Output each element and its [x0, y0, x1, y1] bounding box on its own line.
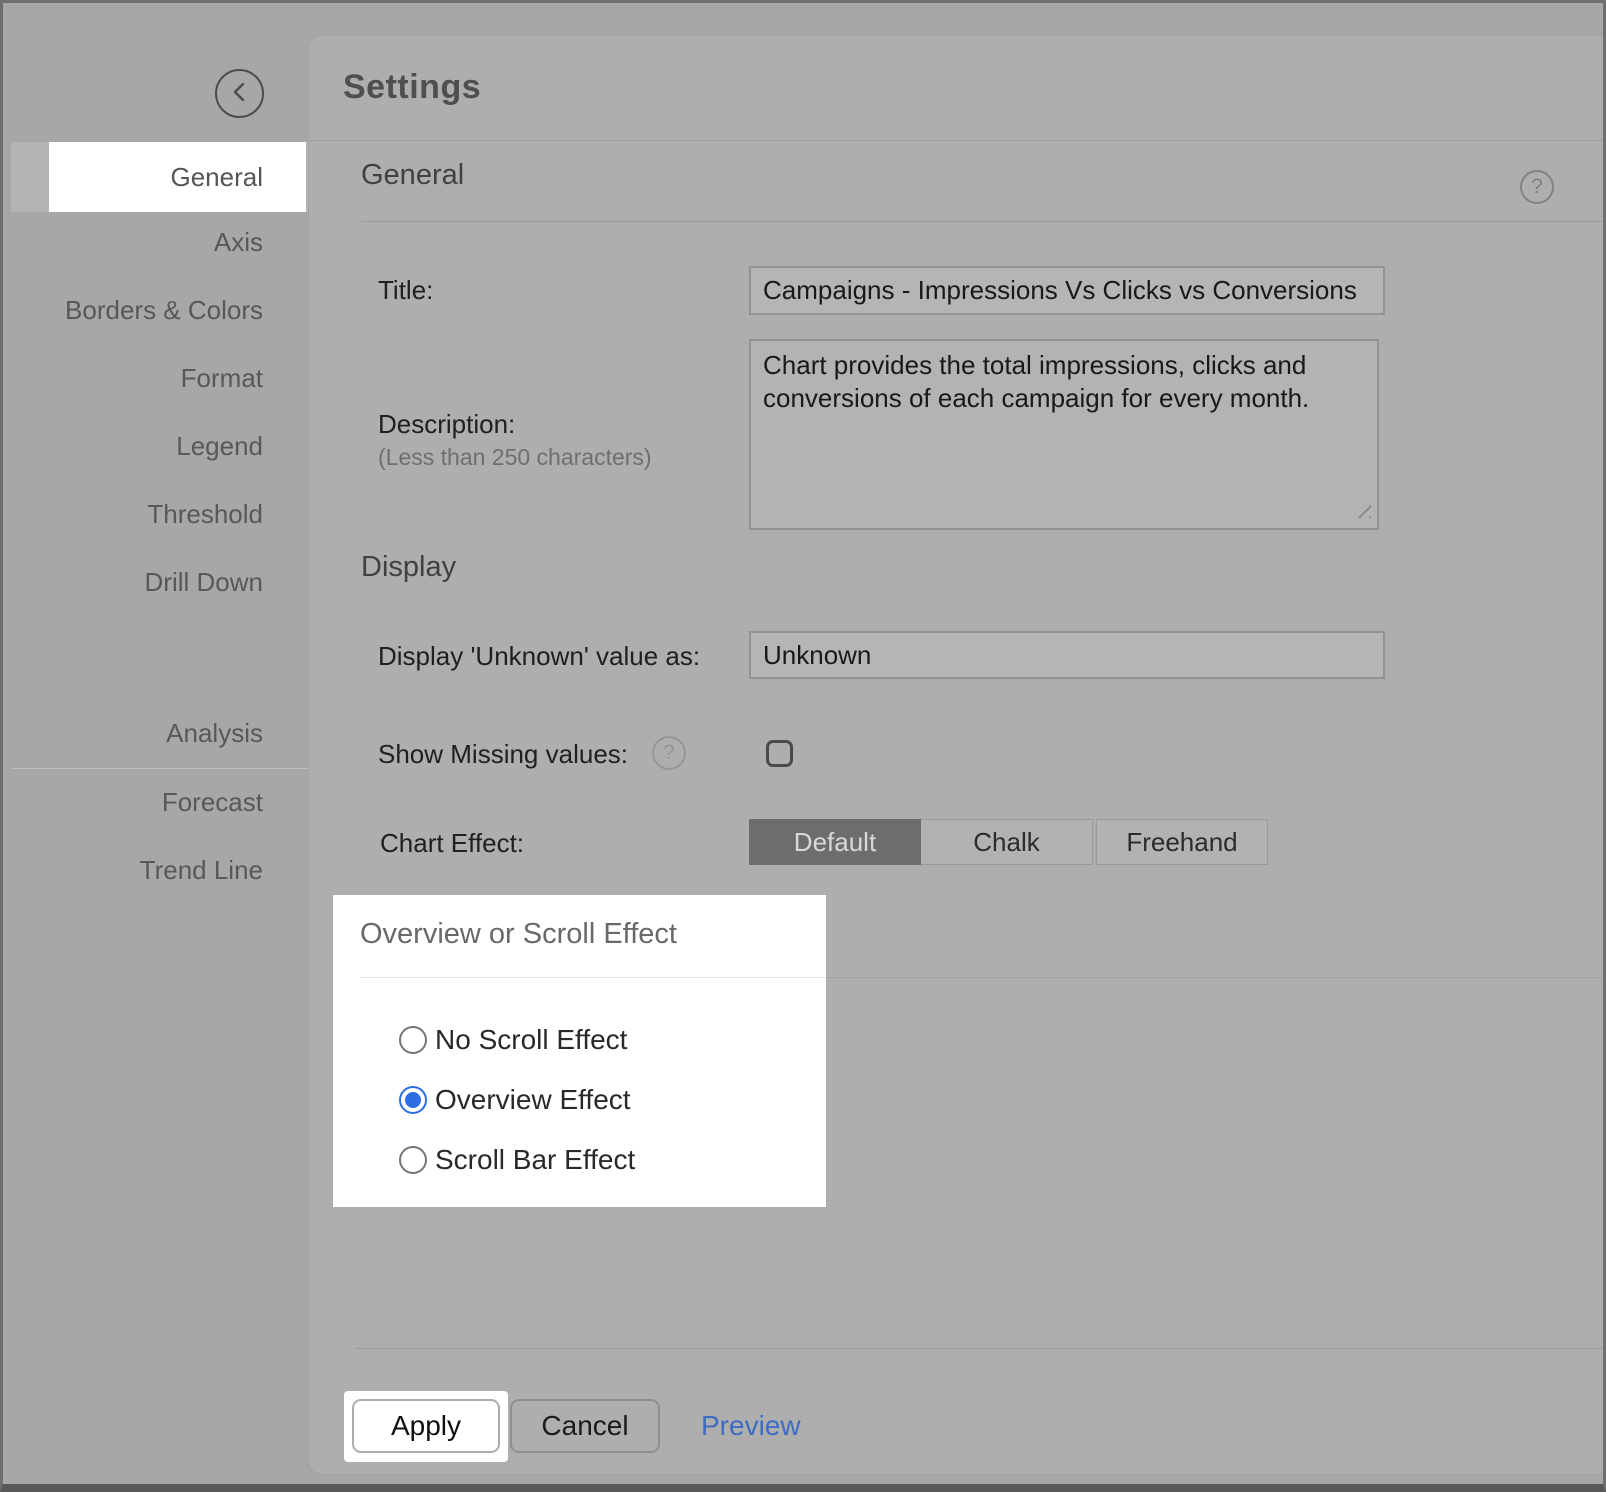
missing-values-checkbox[interactable] — [766, 740, 793, 767]
sidebar-item-forecast[interactable]: Forecast — [3, 768, 308, 836]
question-mark-icon: ? — [663, 741, 675, 764]
sidebar-item-axis[interactable]: Axis — [3, 208, 308, 276]
title-input[interactable] — [749, 266, 1385, 315]
back-button[interactable] — [215, 69, 264, 118]
chart-effect-freehand-button[interactable]: Freehand — [1096, 819, 1268, 865]
description-textarea[interactable]: Chart provides the total impressions, cl… — [749, 339, 1379, 530]
radio-option-scroll-bar-effect[interactable]: Scroll Bar Effect — [399, 1143, 635, 1177]
radio-selected-icon[interactable] — [399, 1086, 427, 1114]
radio-unselected-icon[interactable] — [399, 1146, 427, 1174]
chevron-left-icon — [229, 79, 251, 108]
general-section-heading: General — [361, 159, 464, 192]
radio-option-label[interactable]: Overview Effect — [435, 1084, 631, 1116]
radio-dot — [405, 1092, 421, 1108]
scroll-effect-heading: Overview or Scroll Effect — [360, 918, 677, 951]
missing-values-label: Show Missing values: — [378, 739, 628, 770]
missing-values-help-icon[interactable]: ? — [652, 736, 686, 770]
scroll-effect-spotlight: Overview or Scroll Effect No Scroll Effe… — [333, 895, 826, 1207]
sidebar-item-threshold[interactable]: Threshold — [3, 480, 308, 548]
description-label: Description: — [378, 409, 515, 440]
help-icon[interactable]: ? — [1520, 170, 1554, 204]
display-section-heading: Display — [361, 551, 456, 584]
sidebar-item-legend[interactable]: Legend — [3, 412, 308, 480]
radio-option-overview-effect[interactable]: Overview Effect — [399, 1083, 631, 1117]
description-hint: (Less than 250 characters) — [378, 444, 652, 471]
chart-effect-segmented-control: DefaultChalkFreehand — [749, 819, 1268, 865]
title-label: Title: — [378, 275, 433, 306]
sidebar-item-format[interactable]: Format — [3, 344, 308, 412]
general-section-divider — [361, 221, 1606, 222]
sidebar-item-trend-line[interactable]: Trend Line — [3, 836, 308, 904]
page-title: Settings — [343, 35, 481, 140]
settings-screen: Settings ? General AxisBorders & ColorsF… — [0, 0, 1606, 1492]
scroll-effect-heading-divider — [360, 977, 826, 978]
sidebar-group-analysis[interactable]: Analysis — [3, 699, 308, 767]
radio-dot — [405, 1152, 421, 1168]
footer-divider — [355, 1348, 1606, 1349]
sidebar-chart-items: AxisBorders & ColorsFormatLegendThreshol… — [3, 208, 308, 616]
sidebar-item-general-highlighted[interactable]: General — [49, 142, 306, 212]
radio-option-label[interactable]: No Scroll Effect — [435, 1024, 627, 1056]
chart-effect-chalk-button[interactable]: Chalk — [921, 819, 1093, 865]
cancel-button[interactable]: Cancel — [510, 1399, 660, 1453]
radio-dot — [405, 1032, 421, 1048]
radio-option-label[interactable]: Scroll Bar Effect — [435, 1144, 635, 1176]
sidebar-analysis-items: ForecastTrend Line — [3, 768, 308, 904]
unknown-value-label: Display 'Unknown' value as: — [378, 641, 700, 672]
question-mark-icon: ? — [1531, 175, 1543, 198]
radio-unselected-icon[interactable] — [399, 1026, 427, 1054]
sidebar-item-drill-down[interactable]: Drill Down — [3, 548, 308, 616]
header-divider — [309, 140, 1606, 141]
preview-link[interactable]: Preview — [701, 1399, 801, 1453]
sidebar-item-borders-colors[interactable]: Borders & Colors — [3, 276, 308, 344]
unknown-value-input[interactable] — [749, 631, 1385, 679]
chart-effect-label: Chart Effect: — [380, 828, 524, 859]
chart-effect-default-button[interactable]: Default — [749, 819, 921, 865]
apply-button[interactable]: Apply — [352, 1399, 500, 1453]
radio-option-no-scroll-effect[interactable]: No Scroll Effect — [399, 1023, 627, 1057]
